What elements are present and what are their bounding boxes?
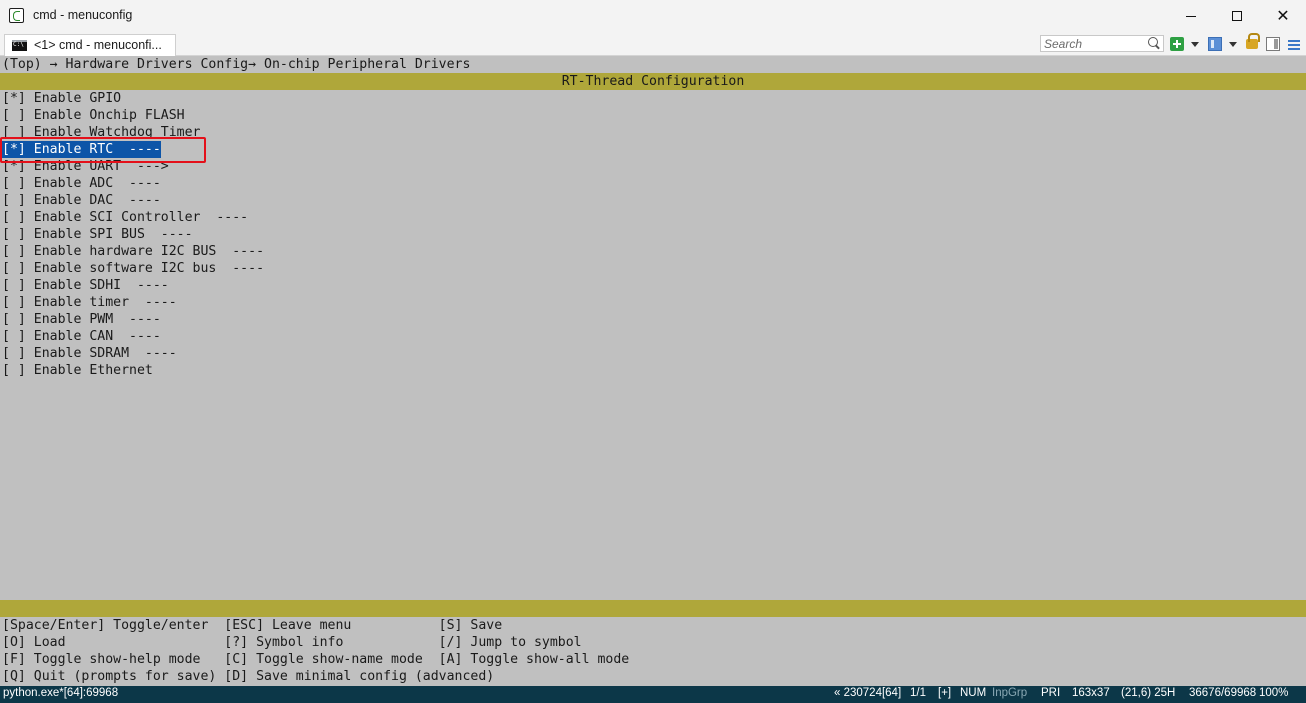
new-console-icon[interactable] [1170, 37, 1184, 51]
console-area[interactable]: (Top) → Hardware Drivers Config→ On-chip… [0, 56, 1306, 686]
menu-item-sdram[interactable]: [ ] Enable SDRAM ---- [2, 345, 177, 362]
new-console-dropdown-icon[interactable] [1191, 42, 1199, 47]
status-size[interactable]: 163x37 [1072, 687, 1110, 699]
status-num[interactable]: NUM [960, 687, 986, 699]
breadcrumb: (Top) → Hardware Drivers Config→ On-chip… [2, 57, 471, 72]
status-cursor[interactable]: (21,6) 25H [1121, 687, 1175, 699]
menu-item-timer[interactable]: [ ] Enable timer ---- [2, 294, 177, 311]
status-bar: python.exe*[64]:69968 « 230724[64] 1/1 [… [0, 686, 1306, 703]
window-title: cmd - menuconfig [33, 8, 133, 22]
red-highlight-box [0, 137, 206, 163]
close-button[interactable]: ✕ [1260, 0, 1306, 32]
menu-item-spi-bus[interactable]: [ ] Enable SPI BUS ---- [2, 226, 193, 243]
console-tab[interactable]: <1> cmd - menuconfi... [4, 34, 176, 56]
hamburger-menu-icon[interactable] [1288, 40, 1300, 50]
minimize-button[interactable] [1168, 0, 1214, 32]
status-plus[interactable]: [+] [938, 687, 951, 699]
menu-item-can[interactable]: [ ] Enable CAN ---- [2, 328, 161, 345]
status-memory[interactable]: 36676/69968 [1189, 687, 1256, 699]
panel-icon[interactable] [1266, 37, 1280, 51]
cmd-icon [12, 40, 27, 51]
menu-item-adc[interactable]: [ ] Enable ADC ---- [2, 175, 161, 192]
status-build[interactable]: « 230724[64] [834, 687, 901, 699]
menu-item-onchip-flash[interactable]: [ ] Enable Onchip FLASH [2, 107, 185, 124]
menu-item-gpio[interactable]: [*] Enable GPIO [2, 90, 121, 107]
status-zoom[interactable]: 100% [1259, 687, 1288, 699]
menu-item-dac[interactable]: [ ] Enable DAC ---- [2, 192, 161, 209]
title-bar: cmd - menuconfig ✕ [0, 0, 1306, 32]
status-process[interactable]: python.exe*[64]:69968 [3, 687, 118, 699]
search-box [1040, 35, 1164, 52]
help-line: [Q] Quit (prompts for save) [D] Save min… [2, 669, 495, 684]
maximize-icon [1232, 11, 1242, 21]
tab-bar: <1> cmd - menuconfi... [0, 32, 1306, 56]
config-title: RT-Thread Configuration [561, 74, 745, 89]
close-icon: ✕ [1276, 6, 1290, 25]
footer-band [0, 600, 1306, 617]
search-icon[interactable] [1148, 37, 1158, 47]
split-layout-icon[interactable] [1208, 37, 1222, 51]
menu-item-sci-controller[interactable]: [ ] Enable SCI Controller ---- [2, 209, 248, 226]
search-input[interactable] [1041, 36, 1145, 51]
help-line: [F] Toggle show-help mode [C] Toggle sho… [2, 652, 630, 667]
menu-item-sdhi[interactable]: [ ] Enable SDHI ---- [2, 277, 169, 294]
minimize-icon [1186, 15, 1196, 17]
layout-dropdown-icon[interactable] [1229, 42, 1237, 47]
maximize-button[interactable] [1214, 0, 1260, 32]
menu-item-ethernet[interactable]: [ ] Enable Ethernet [2, 362, 153, 379]
menu-item-hardware-i2c[interactable]: [ ] Enable hardware I2C BUS ---- [2, 243, 264, 260]
status-inpgrp[interactable]: InpGrp [992, 687, 1027, 699]
help-line: [O] Load [?] Symbol info [/] Jump to sym… [2, 635, 582, 650]
lock-icon[interactable] [1246, 33, 1260, 49]
status-page[interactable]: 1/1 [910, 687, 926, 699]
status-pri[interactable]: PRI [1041, 687, 1060, 699]
menu-item-pwm[interactable]: [ ] Enable PWM ---- [2, 311, 161, 328]
conemu-app-icon [9, 8, 24, 23]
console-tab-label: <1> cmd - menuconfi... [34, 38, 162, 52]
help-line: [Space/Enter] Toggle/enter [ESC] Leave m… [2, 618, 503, 633]
menu-item-software-i2c[interactable]: [ ] Enable software I2C bus ---- [2, 260, 264, 277]
